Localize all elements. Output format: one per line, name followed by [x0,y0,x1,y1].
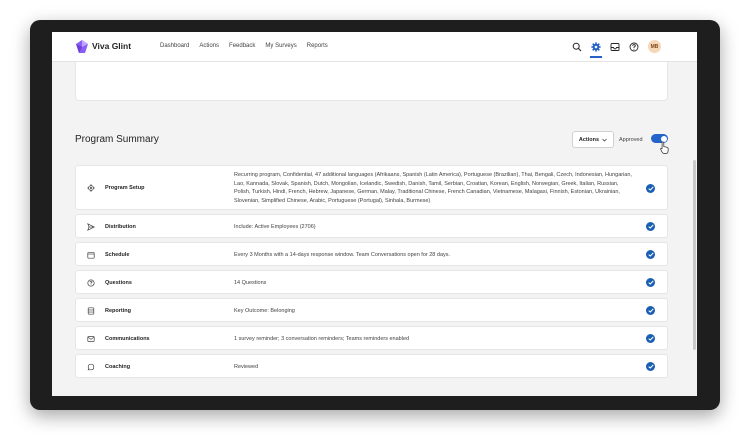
nav-feedback[interactable]: Feedback [229,43,255,49]
summary-row-communications[interactable]: Communications 1 survey reminder; 3 conv… [75,326,668,350]
chevron-down-icon [602,138,607,142]
gear-icon [87,184,95,192]
help-icon[interactable] [629,42,639,52]
row-label: Distribution [105,224,136,230]
inbox-icon[interactable] [610,42,620,52]
nav-actions[interactable]: Actions [199,43,219,49]
check-icon [646,278,655,287]
nav-dashboard[interactable]: Dashboard [160,43,189,49]
brand-name: Viva Glint [92,41,132,51]
scrollbar-thumb[interactable] [693,160,696,350]
row-value: Include: Active Employees (2706) [234,224,316,230]
actions-button-label: Actions [578,136,600,143]
summary-row-reporting[interactable]: Reporting Key Outcome: Belonging [75,298,668,322]
chat-icon [87,363,95,371]
check-icon [646,184,655,193]
mail-icon [87,336,95,342]
question-icon [87,279,95,287]
row-value: 14 Questions [234,280,267,286]
top-nav-bar: Viva Glint Dashboard Actions Feedback My… [52,32,697,62]
approved-label: Approved [619,137,643,143]
row-label: Communications [105,336,150,342]
row-value: Key Outcome: Belonging [234,308,295,314]
row-label: Schedule [105,252,130,258]
row-value: Every 3 Months with a 14-days response w… [234,252,451,258]
row-label: Program Setup [105,185,145,191]
row-label: Reporting [105,308,131,314]
summary-row-distribution[interactable]: Distribution Include: Active Employees (… [75,214,668,238]
check-icon [646,362,655,371]
mouse-cursor-icon [660,141,669,154]
summary-row-questions[interactable]: Questions 14 Questions [75,270,668,294]
viva-glint-logo [76,40,88,53]
row-value: Recurring program, Confidential, 47 addi… [234,172,632,204]
main-nav: Dashboard Actions Feedback My Surveys Re… [160,43,328,49]
row-value: Reviewed [234,364,259,370]
send-icon [87,223,95,231]
check-icon [646,250,655,259]
gear-icon[interactable] [591,41,601,52]
search-icon[interactable] [572,42,582,52]
summary-row-program-setup[interactable]: Program Setup Recurring program, Confide… [75,165,668,210]
page-title: Program Summary [75,134,159,145]
calendar-icon [87,252,95,259]
nav-reports[interactable]: Reports [307,43,328,49]
database-icon [87,307,95,315]
settings-tab[interactable] [590,41,602,58]
app-screen: Viva Glint Dashboard Actions Feedback My… [52,32,697,396]
row-label: Coaching [105,364,131,370]
avatar[interactable]: MB [648,40,661,53]
nav-my-surveys[interactable]: My Surveys [265,43,296,49]
actions-dropdown-button[interactable]: Actions [572,131,614,148]
previous-section-card [75,62,668,101]
check-icon [646,306,655,315]
summary-row-coaching[interactable]: Coaching Reviewed [75,354,668,378]
check-icon [646,222,655,231]
summary-row-schedule[interactable]: Schedule Every 3 Months with a 14-days r… [75,242,668,266]
row-value: 1 survey reminder; 3 conversation remind… [234,336,410,342]
top-icon-group: MB [572,40,661,58]
row-label: Questions [105,280,132,286]
check-icon [646,334,655,343]
